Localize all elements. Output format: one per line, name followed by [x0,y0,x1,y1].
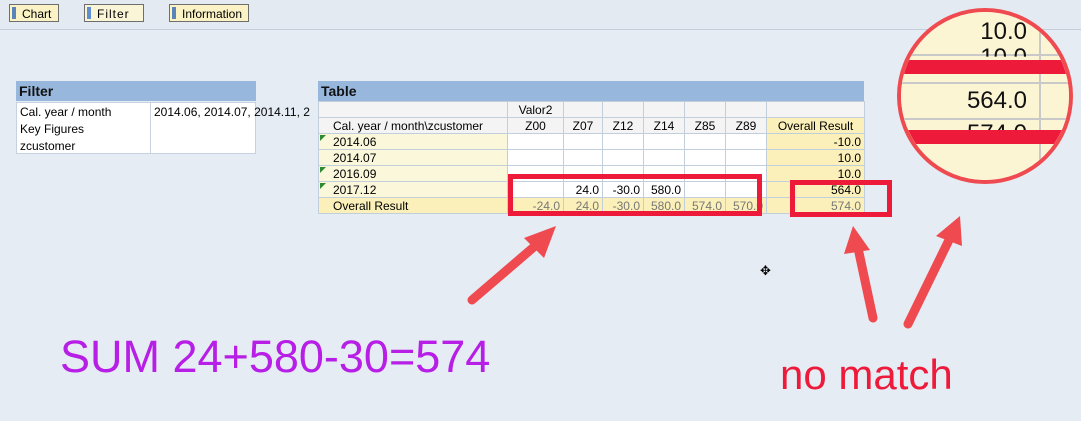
arrow-icon [903,216,962,329]
sum-annotation: SUM 24+580-30=574 [60,331,491,382]
arrow-icon [844,226,878,323]
arrow-icon [467,226,556,305]
no-match-annotation: no match [780,351,953,398]
